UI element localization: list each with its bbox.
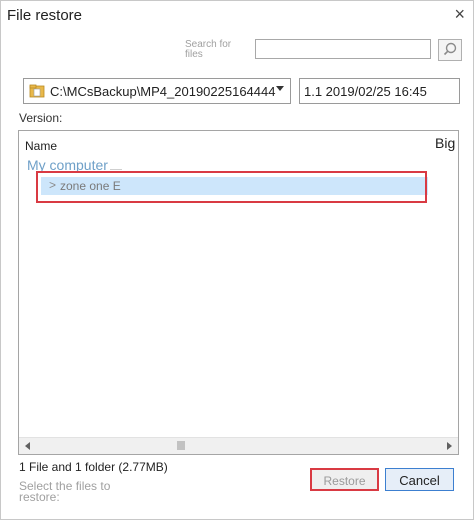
- selection-hint: Select the files to restore:: [19, 479, 111, 504]
- search-input[interactable]: [255, 39, 431, 59]
- version-value: 1.1 2019/02/25 16:45: [304, 84, 427, 99]
- selection-summary: 1 File and 1 folder (2.77MB): [19, 460, 168, 474]
- version-select[interactable]: 1.1 2019/02/25 16:45: [299, 78, 460, 104]
- restore-button[interactable]: Restore: [310, 468, 379, 491]
- search-icon: [443, 42, 457, 56]
- cancel-button[interactable]: Cancel: [385, 468, 454, 491]
- chevron-down-icon: [276, 86, 284, 91]
- scrollbar-thumb[interactable]: [177, 441, 185, 450]
- column-header-size[interactable]: Big: [435, 135, 455, 151]
- column-header-name[interactable]: Name: [25, 139, 57, 153]
- horizontal-scrollbar[interactable]: [19, 437, 458, 454]
- version-label: Version:: [19, 111, 63, 125]
- scroll-left-icon[interactable]: [25, 442, 30, 450]
- search-label: Search for files: [185, 39, 232, 60]
- divider: [109, 169, 122, 170]
- window-title: File restore: [7, 7, 83, 24]
- close-icon[interactable]: ×: [454, 4, 465, 24]
- annotation-highlight-selection: [36, 171, 427, 203]
- folder-icon: [29, 84, 45, 98]
- scroll-right-icon[interactable]: [447, 442, 452, 450]
- backup-path-select[interactable]: C:\MCsBackup\MP4_20190225164444: [23, 78, 291, 104]
- title-bar: File restore ×: [1, 1, 473, 31]
- backup-path-value: C:\MCsBackup\MP4_20190225164444: [50, 84, 276, 99]
- file-restore-window: File restore × Search for files C:\MCsBa…: [0, 0, 474, 520]
- search-button[interactable]: [438, 39, 462, 61]
